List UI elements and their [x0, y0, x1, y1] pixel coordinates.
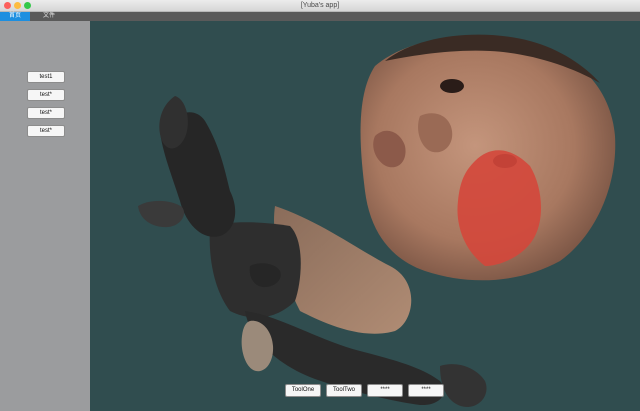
tool-one-button[interactable]: ToolOne — [285, 384, 321, 397]
test1-button[interactable]: test1 — [27, 71, 65, 83]
3d-viewport[interactable] — [90, 21, 640, 411]
tab-file[interactable]: 文件 — [34, 12, 64, 21]
test-button-3[interactable]: test* — [27, 107, 65, 119]
test-button-2[interactable]: test* — [27, 89, 65, 101]
3d-model[interactable] — [90, 21, 640, 411]
tool-three-button[interactable]: **** — [367, 384, 403, 397]
sidebar: test1 test* test* test* — [0, 21, 90, 411]
tool-two-button[interactable]: ToolTwo — [326, 384, 362, 397]
window-title: [Yuba's app] — [300, 2, 340, 9]
tab-home[interactable]: 首页 — [0, 12, 30, 21]
title-bar: [Yuba's app] — [0, 0, 640, 12]
tool-four-button[interactable]: **** — [408, 384, 444, 397]
test-button-4[interactable]: test* — [27, 125, 65, 137]
tab-bar: 首页 文件 — [0, 12, 640, 21]
